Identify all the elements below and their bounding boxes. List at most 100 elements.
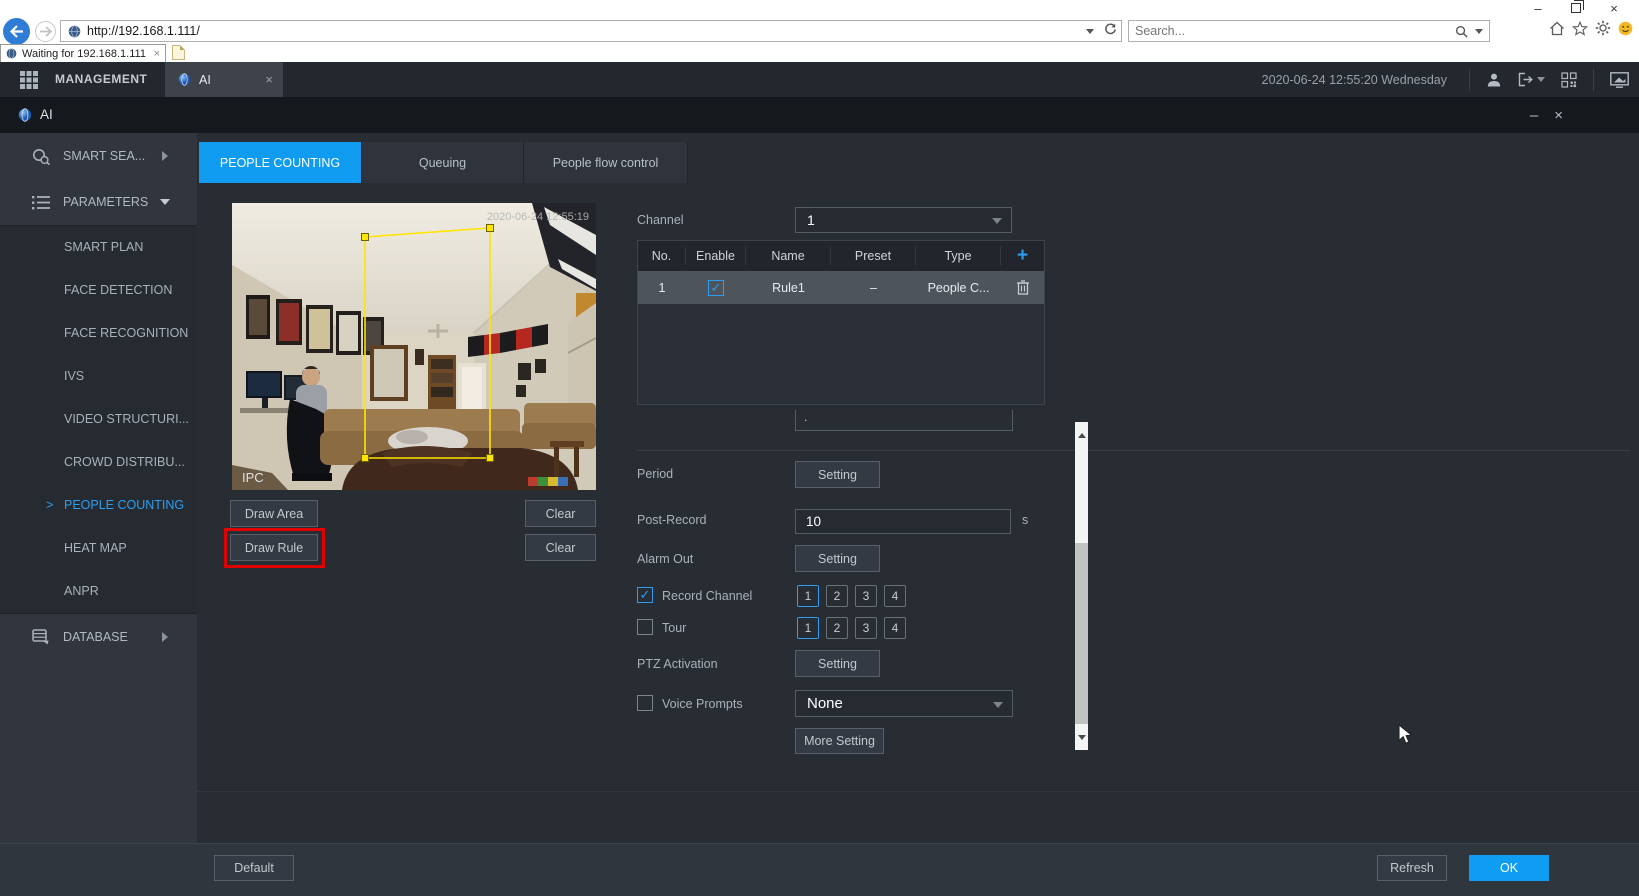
chevron-down-icon — [160, 199, 170, 205]
record-channel-4-button[interactable]: 4 — [884, 585, 906, 607]
voice-prompts-value: None — [807, 695, 843, 712]
url-field[interactable]: http://192.168.1.111/ — [60, 20, 1122, 42]
delete-trash-icon[interactable] — [1016, 280, 1030, 295]
sidebar-item-face-detection[interactable]: FACE DETECTION — [0, 269, 197, 312]
add-rule-button[interactable]: + — [1017, 245, 1028, 266]
tour-3-button[interactable]: 3 — [855, 617, 877, 639]
clear-rule-button[interactable]: Clear — [525, 534, 596, 561]
ok-button[interactable]: OK — [1469, 855, 1549, 881]
col-enable: Enable — [686, 247, 746, 265]
back-button[interactable] — [3, 18, 30, 45]
table-row[interactable]: 1 ✓ Rule1 – People C... — [638, 271, 1044, 304]
tour-1-button[interactable]: 1 — [797, 617, 819, 639]
alarm-out-setting-button[interactable]: Setting — [795, 545, 880, 572]
window-restore-button[interactable] — [1557, 1, 1595, 17]
display-mode-icon[interactable] — [1610, 72, 1629, 88]
window-minimize-button[interactable]: – — [1519, 1, 1557, 17]
user-icon[interactable] — [1486, 72, 1502, 88]
voice-prompts-select[interactable]: None — [795, 690, 1013, 717]
refresh-button[interactable] — [1104, 23, 1117, 39]
window-close-button[interactable]: × — [1595, 1, 1633, 17]
content-bottom-divider — [197, 791, 1639, 792]
browser-tab[interactable]: Waiting for 192.168.1.111 × — [0, 44, 166, 62]
rule-enable-checkbox[interactable]: ✓ — [708, 280, 724, 296]
ai-tab-close-icon[interactable]: × — [265, 72, 273, 87]
search-input[interactable] — [1135, 24, 1455, 38]
draw-area-button[interactable]: Draw Area — [230, 500, 318, 527]
mouse-cursor — [1398, 724, 1414, 745]
rule-name[interactable]: Rule1 — [746, 281, 831, 295]
forward-button[interactable] — [35, 21, 56, 42]
sidebar-item-anpr[interactable]: ANPR — [0, 570, 197, 613]
tab-queuing[interactable]: Queuing — [362, 142, 524, 183]
sidebar: SMART SEA... PARAMETERS SMART PLAN FACE … — [0, 133, 197, 843]
tab-people-flow-control[interactable]: People flow control — [524, 142, 688, 183]
sidebar-item-label: DATABASE — [63, 630, 128, 644]
browser-toolbar-icons — [1549, 20, 1633, 36]
smart-search-icon — [32, 148, 51, 165]
voice-prompts-label: Voice Prompts — [662, 697, 743, 711]
screen: – × http://192.168.1.111/ — [0, 0, 1639, 896]
search-dropdown-caret-icon[interactable] — [1475, 29, 1483, 34]
post-record-input[interactable] — [795, 509, 1011, 534]
sidebar-item-ivs[interactable]: IVS — [0, 355, 197, 398]
sidebar-item-label: PEOPLE COUNTING — [64, 498, 184, 512]
favorites-star-icon[interactable] — [1572, 21, 1588, 36]
search-box[interactable] — [1128, 20, 1490, 42]
qr-code-icon[interactable] — [1561, 72, 1577, 88]
default-button[interactable]: Default — [214, 855, 294, 881]
ai-minimize-button[interactable]: – — [1530, 107, 1538, 124]
toy-mat — [528, 477, 568, 486]
panel-scrollbar[interactable] — [1075, 422, 1088, 750]
rule-table-header: No. Enable Name Preset Type + — [638, 241, 1044, 271]
refresh-button-footer[interactable]: Refresh — [1377, 855, 1447, 881]
scroll-down-button[interactable] — [1075, 724, 1088, 750]
record-channel-2-button[interactable]: 2 — [826, 585, 848, 607]
sidebar-item-people-counting[interactable]: > PEOPLE COUNTING — [0, 484, 197, 527]
sidebar-item-video-structuring[interactable]: VIDEO STRUCTURI... — [0, 398, 197, 441]
feedback-smiley-icon[interactable] — [1618, 21, 1633, 36]
scroll-up-button[interactable] — [1075, 422, 1088, 448]
period-label: Period — [637, 467, 673, 481]
scrollbar-thumb[interactable] — [1075, 448, 1088, 543]
sidebar-item-heat-map[interactable]: HEAT MAP — [0, 527, 197, 570]
sidebar-item-face-recognition[interactable]: FACE RECOGNITION — [0, 312, 197, 355]
clipped-combo-box[interactable]: . — [795, 410, 1013, 431]
apps-grid-icon[interactable] — [20, 71, 38, 89]
tab-close-icon[interactable]: × — [154, 48, 160, 60]
logout-button[interactable] — [1518, 72, 1545, 87]
channel-select[interactable]: 1 — [795, 207, 1012, 233]
period-setting-button[interactable]: Setting — [795, 461, 880, 488]
tab-people-counting[interactable]: PEOPLE COUNTING — [199, 142, 362, 183]
home-icon[interactable] — [1549, 21, 1565, 36]
sidebar-item-parameters[interactable]: PARAMETERS — [0, 179, 197, 225]
record-channel-checkbox[interactable]: ✓ — [637, 587, 653, 603]
voice-prompts-checkbox[interactable] — [637, 695, 653, 711]
sidebar-item-database[interactable]: DATABASE — [0, 614, 197, 660]
ptz-setting-button[interactable]: Setting — [795, 650, 880, 677]
tab-favicon-globe-icon — [6, 48, 17, 59]
ai-app-tab[interactable]: AI × — [165, 62, 283, 97]
post-record-unit: s — [1022, 513, 1028, 527]
tour-4-button[interactable]: 4 — [884, 617, 906, 639]
tour-checkbox[interactable] — [637, 619, 653, 635]
search-icon[interactable] — [1455, 25, 1468, 38]
sidebar-item-crowd-distribution[interactable]: CROWD DISTRIBU... — [0, 441, 197, 484]
sidebar-item-smart-search[interactable]: SMART SEA... — [0, 133, 197, 179]
logout-caret-icon — [1537, 77, 1545, 82]
url-dropdown-caret-icon[interactable] — [1086, 29, 1094, 34]
management-menu-label[interactable]: MANAGEMENT — [55, 62, 147, 97]
chevron-right-icon — [162, 632, 168, 642]
tour-2-button[interactable]: 2 — [826, 617, 848, 639]
record-channel-1-button[interactable]: 1 — [797, 585, 819, 607]
annotation-highlight-box — [224, 528, 325, 568]
more-setting-button[interactable]: More Setting — [795, 728, 884, 754]
clear-area-button[interactable]: Clear — [525, 500, 596, 527]
record-channel-3-button[interactable]: 3 — [855, 585, 877, 607]
new-tab-button[interactable] — [172, 45, 185, 60]
settings-gear-icon[interactable] — [1595, 20, 1611, 36]
sidebar-item-smart-plan[interactable]: SMART PLAN — [0, 226, 197, 269]
col-no: No. — [638, 247, 686, 265]
camera-preview[interactable]: 2020-06-24 12:55:19 IPC — [232, 203, 596, 490]
ai-close-button[interactable]: × — [1554, 107, 1563, 124]
